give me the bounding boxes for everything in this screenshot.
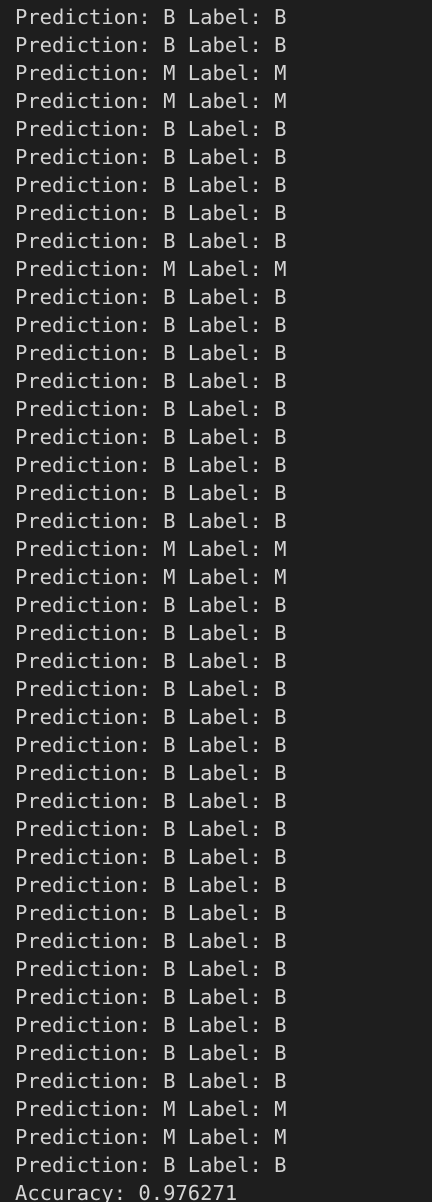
prediction-line: Prediction: B Label: B bbox=[15, 621, 287, 645]
prediction-line: Prediction: M Label: M bbox=[15, 1125, 287, 1149]
accuracy-line: Accuracy: 0.976271 bbox=[15, 1181, 238, 1202]
prediction-line: Prediction: B Label: B bbox=[15, 145, 287, 169]
prediction-line: Prediction: B Label: B bbox=[15, 817, 287, 841]
prediction-line: Prediction: B Label: B bbox=[15, 5, 287, 29]
prediction-line: Prediction: B Label: B bbox=[15, 1041, 287, 1065]
prediction-line: Prediction: B Label: B bbox=[15, 649, 287, 673]
prediction-line: Prediction: B Label: B bbox=[15, 873, 287, 897]
prediction-line: Prediction: B Label: B bbox=[15, 285, 287, 309]
prediction-line: Prediction: B Label: B bbox=[15, 369, 287, 393]
prediction-line: Prediction: B Label: B bbox=[15, 985, 287, 1009]
prediction-line: Prediction: B Label: B bbox=[15, 789, 287, 813]
prediction-line: Prediction: B Label: B bbox=[15, 481, 287, 505]
prediction-line: Prediction: B Label: B bbox=[15, 229, 287, 253]
prediction-line: Prediction: B Label: B bbox=[15, 733, 287, 757]
prediction-line: Prediction: B Label: B bbox=[15, 425, 287, 449]
prediction-line: Prediction: M Label: M bbox=[15, 89, 287, 113]
prediction-line: Prediction: B Label: B bbox=[15, 509, 287, 533]
prediction-line: Prediction: B Label: B bbox=[15, 313, 287, 337]
prediction-line: Prediction: B Label: B bbox=[15, 33, 287, 57]
prediction-line: Prediction: B Label: B bbox=[15, 201, 287, 225]
prediction-line: Prediction: M Label: M bbox=[15, 565, 287, 589]
terminal-output-panel: Prediction: B Label: B Prediction: B Labe… bbox=[0, 0, 432, 1202]
prediction-line: Prediction: B Label: B bbox=[15, 705, 287, 729]
prediction-line: Prediction: B Label: B bbox=[15, 845, 287, 869]
prediction-line: Prediction: M Label: M bbox=[15, 1097, 287, 1121]
prediction-line: Prediction: B Label: B bbox=[15, 761, 287, 785]
prediction-line: Prediction: B Label: B bbox=[15, 117, 287, 141]
prediction-line: Prediction: M Label: M bbox=[15, 537, 287, 561]
console-output: Prediction: B Label: B Prediction: B Labe… bbox=[15, 3, 287, 1202]
prediction-line: Prediction: M Label: M bbox=[15, 257, 287, 281]
prediction-line: Prediction: B Label: B bbox=[15, 1069, 287, 1093]
prediction-line: Prediction: B Label: B bbox=[15, 677, 287, 701]
prediction-line: Prediction: M Label: M bbox=[15, 61, 287, 85]
prediction-line: Prediction: B Label: B bbox=[15, 453, 287, 477]
prediction-line: Prediction: B Label: B bbox=[15, 957, 287, 981]
prediction-line: Prediction: B Label: B bbox=[15, 397, 287, 421]
prediction-line: Prediction: B Label: B bbox=[15, 1013, 287, 1037]
prediction-line: Prediction: B Label: B bbox=[15, 173, 287, 197]
prediction-line: Prediction: B Label: B bbox=[15, 341, 287, 365]
prediction-line: Prediction: B Label: B bbox=[15, 901, 287, 925]
prediction-line: Prediction: B Label: B bbox=[15, 593, 287, 617]
prediction-line: Prediction: B Label: B bbox=[15, 1153, 287, 1177]
prediction-line: Prediction: B Label: B bbox=[15, 929, 287, 953]
